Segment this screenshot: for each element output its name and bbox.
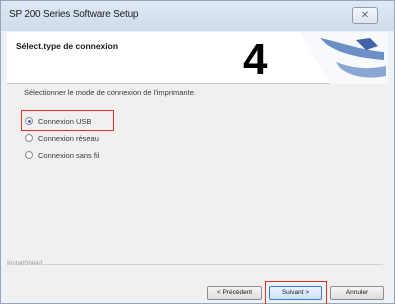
title-bar: SP 200 Series Software Setup ✕ [1,1,394,31]
brand-swoosh-icon [300,32,388,84]
radio-wireless-label: Connexion sans fil [38,150,100,160]
close-icon: ✕ [360,10,370,21]
previous-button[interactable]: < Précédent [207,286,262,300]
installshield-label: InstallShield [7,260,43,267]
page-title: Sélect.type de connexion [16,41,119,51]
window-title: SP 200 Series Software Setup [9,9,139,20]
radio-network[interactable]: Connexion réseau [25,131,99,145]
radio-unchecked-icon[interactable] [25,134,33,142]
next-highlight-box [265,281,327,304]
instruction-text: Sélectionner le mode de connexion de l'i… [24,88,196,97]
setup-window: SP 200 Series Software Setup ✕ Sélect.ty… [0,0,395,304]
close-button[interactable]: ✕ [352,7,378,24]
radio-wireless[interactable]: Connexion sans fil [25,148,99,162]
radio-unchecked-icon[interactable] [25,151,33,159]
wizard-body: Sélect.type de connexion 4 Sélectionner … [7,32,388,304]
step-number: 4 [243,35,268,84]
wizard-header: Sélect.type de connexion 4 [7,32,388,84]
cancel-button[interactable]: Annuler [330,286,384,300]
footer-divider [43,264,383,265]
radio-network-label: Connexion réseau [38,133,99,143]
usb-highlight-box [21,110,114,131]
